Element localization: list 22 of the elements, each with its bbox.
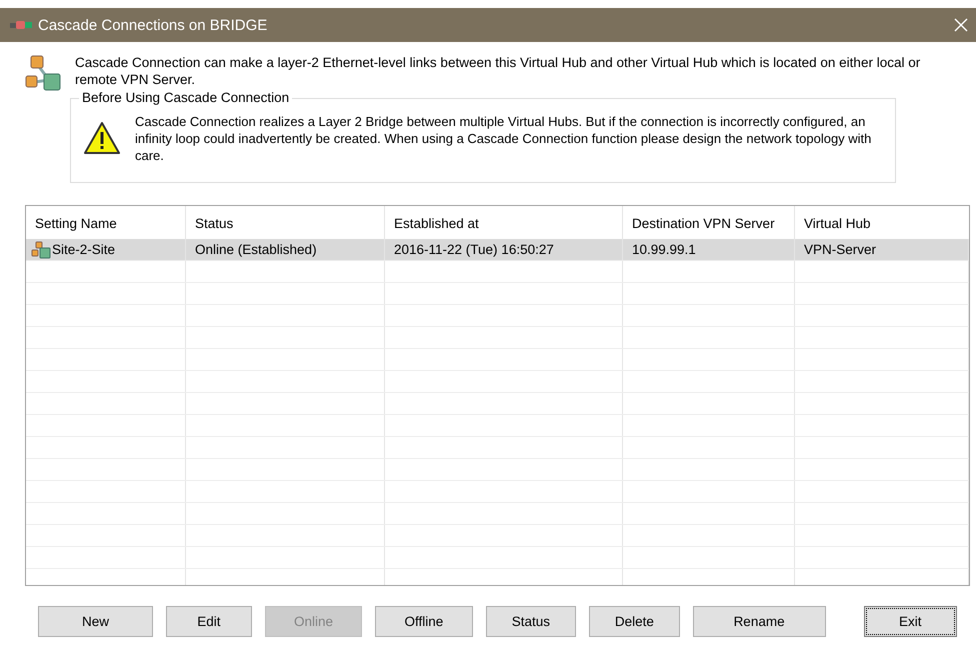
dialog-button[interactable]: Exit [864, 606, 957, 637]
warning-icon [83, 121, 121, 155]
close-icon[interactable] [954, 18, 968, 32]
dialog-button[interactable]: Rename [692, 606, 826, 637]
network-nodes-icon [31, 241, 51, 259]
warning-text: Cascade Connection realizes a Layer 2 Bridge between multiple Virtual Hubs. But if the connection is incorrectly configured, an infinity loop could inadvertently be created. When using a Cascade Connection function please design the network topology with care. [135, 113, 872, 164]
description-text: Cascade Connection can make a layer-2 Ethernet-level links between this Virtual Hub and other Virtual Hub which is located on either local or remote VPN Server. [75, 54, 922, 88]
window-title: Cascade Connections on BRIDGE [38, 16, 268, 34]
column-header[interactable]: Virtual Hub [795, 206, 969, 239]
dialog-button[interactable]: Offline [375, 606, 473, 637]
table-cell: Site-2-Site [26, 239, 186, 260]
table-cell: 10.99.99.1 [623, 239, 795, 260]
dialog-button[interactable]: New [38, 606, 154, 637]
table-row[interactable]: Site-2-Site Online (Established) 2016-11-22 (Tue) 16:50:27 10.99.99.1 VPN-Server [26, 239, 969, 261]
table-cell: VPN-Server [795, 239, 969, 260]
dialog-button[interactable]: Status [486, 606, 576, 637]
network-cable-icon [10, 20, 32, 30]
group-title: Before Using Cascade Connection [79, 90, 292, 106]
dialog-button[interactable]: Edit [166, 606, 252, 637]
table-cell: Online (Established) [186, 239, 385, 260]
dialog-button[interactable]: Delete [589, 606, 680, 637]
table-cell: 2016-11-22 (Tue) 16:50:27 [385, 239, 623, 260]
